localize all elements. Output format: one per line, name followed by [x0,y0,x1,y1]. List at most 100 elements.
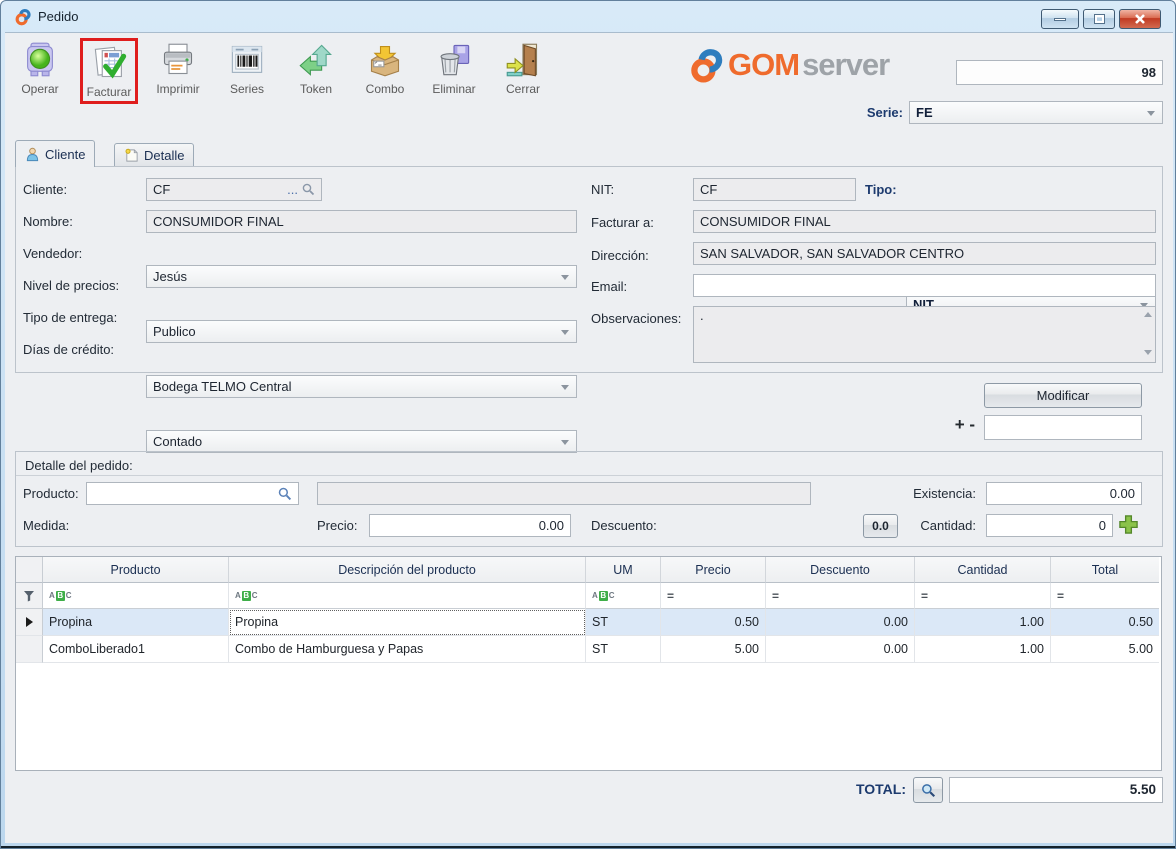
col-header-precio[interactable]: Precio [661,557,766,583]
dias-credito-dropdown[interactable]: Contado [146,430,577,453]
current-row-arrow-icon [26,617,33,627]
descuento-label: Descuento: [591,514,657,537]
cell-total[interactable]: 5.00 [1051,636,1159,663]
producto-descripcion-field [317,482,811,505]
exchange-arrows-icon [298,42,334,78]
toolbar-label: Cerrar [506,82,540,96]
toolbar-label: Series [230,82,264,96]
col-header-producto[interactable]: Producto [43,557,229,583]
tab-cliente-label: Cliente [45,147,85,162]
row-indicator[interactable] [16,609,43,636]
filter-cell-total[interactable]: = [1051,583,1159,609]
search-icon[interactable] [278,487,292,501]
close-button[interactable] [1119,9,1161,29]
filter-cell-um[interactable]: ABC [586,583,661,609]
cell-producto[interactable]: Propina [43,609,229,636]
producto-input[interactable] [86,482,299,505]
facturar-a-label: Facturar a: [591,211,654,234]
nivel-precios-label: Nivel de precios: [23,274,119,297]
observaciones-label: Observaciones: [591,307,681,330]
row-indicator[interactable] [16,636,43,663]
cliente-lookup-ellipsis[interactable]: ... [287,179,298,200]
total-label: TOTAL: [771,781,906,797]
cell-precio[interactable]: 5.00 [661,636,766,663]
filter-cell-descuento[interactable]: = [766,583,915,609]
col-header-total[interactable]: Total [1051,557,1159,583]
combo-button[interactable]: Combo [356,38,414,98]
adjust-amount-input[interactable] [984,415,1142,440]
scroll-down-icon[interactable] [1144,350,1152,355]
filter-cell-precio[interactable]: = [661,583,766,609]
email-label: Email: [591,275,627,298]
equals-filter-icon: = [667,589,674,603]
cell-producto[interactable]: ComboLiberado1 [43,636,229,663]
col-header-descuento[interactable]: Descuento [766,557,915,583]
cell-um[interactable]: ST [586,636,661,663]
precio-input[interactable]: 0.00 [369,514,571,537]
filter-cell-descripcion[interactable]: ABC [229,583,586,609]
restore-icon [1095,15,1104,23]
equals-filter-icon: = [921,589,928,603]
equals-filter-icon: = [1057,589,1064,603]
toolbar-label: Token [300,82,332,96]
cell-um[interactable]: ST [586,609,661,636]
cell-cantidad[interactable]: 1.00 [915,609,1051,636]
filter-cell-producto[interactable]: ABC [43,583,229,609]
items-table: Producto Descripción del producto UM Pre… [15,556,1162,771]
filter-row-indicator[interactable] [16,583,43,609]
document-icon [124,148,139,163]
facturar-a-field[interactable]: CONSUMIDOR FINAL [693,210,1156,233]
cell-descuento[interactable]: 0.00 [766,609,915,636]
tab-detalle[interactable]: Detalle [114,143,194,167]
col-header-um[interactable]: UM [586,557,661,583]
abc-filter-icon: ABC [592,591,615,601]
cantidad-label: Cantidad: [871,514,976,537]
tipo-entrega-dropdown[interactable]: Bodega TELMO Central [146,375,577,398]
cell-precio[interactable]: 0.50 [661,609,766,636]
total-zoom-button[interactable] [913,777,943,803]
minimize-button[interactable] [1041,9,1079,29]
operar-button[interactable]: Operar [11,38,69,98]
tab-cliente[interactable]: Cliente [15,140,95,167]
document-number-field[interactable]: 98 [956,60,1163,85]
app-logo-icon [14,8,32,31]
imprimir-button[interactable]: Imprimir [149,38,207,98]
col-header-descripcion[interactable]: Descripción del producto [229,557,586,583]
serie-dropdown[interactable]: FE [909,101,1163,124]
cantidad-input[interactable]: 0 [986,514,1113,537]
filter-cell-cantidad[interactable]: = [915,583,1051,609]
traffic-light-icon [22,42,58,78]
equals-filter-icon: = [772,589,779,603]
observaciones-textarea[interactable]: . [693,306,1156,363]
exit-door-icon [505,42,541,78]
modificar-button[interactable]: Modificar [984,383,1142,408]
cell-descripcion-focused[interactable]: Propina [229,609,586,636]
dias-credito-label: Días de crédito: [23,338,114,361]
email-field[interactable] [693,274,1156,297]
token-button[interactable]: Token [287,38,345,98]
cliente-field[interactable]: CF ... [146,178,322,201]
eliminar-button[interactable]: Eliminar [425,38,483,98]
nivel-precios-dropdown[interactable]: Publico [146,320,577,343]
toolbar: Operar Facturar Imprimir [11,38,552,104]
nit-field[interactable]: CF [693,178,856,201]
cerrar-button[interactable]: Cerrar [494,38,552,98]
col-header-cantidad[interactable]: Cantidad [915,557,1051,583]
nombre-field[interactable]: CONSUMIDOR FINAL [146,210,577,233]
search-icon[interactable] [302,183,315,196]
toolbar-label: Facturar [87,85,132,99]
series-button[interactable]: Series [218,38,276,98]
cell-cantidad[interactable]: 1.00 [915,636,1051,663]
restore-button[interactable] [1083,9,1115,29]
combo-box-icon [367,42,403,78]
add-item-plus-icon[interactable] [1118,514,1139,535]
cell-descuento[interactable]: 0.00 [766,636,915,663]
direccion-field[interactable]: SAN SALVADOR, SAN SALVADOR CENTRO [693,242,1156,265]
cell-total[interactable]: 0.50 [1051,609,1159,636]
facturar-button-highlighted[interactable]: Facturar [80,38,138,104]
window-title: Pedido [38,9,78,24]
scroll-up-icon[interactable] [1144,312,1152,317]
vendedor-dropdown[interactable]: Jesús [146,265,577,288]
gomserver-logo-icon [689,45,725,85]
cell-descripcion[interactable]: Combo de Hamburguesa y Papas [229,636,586,663]
